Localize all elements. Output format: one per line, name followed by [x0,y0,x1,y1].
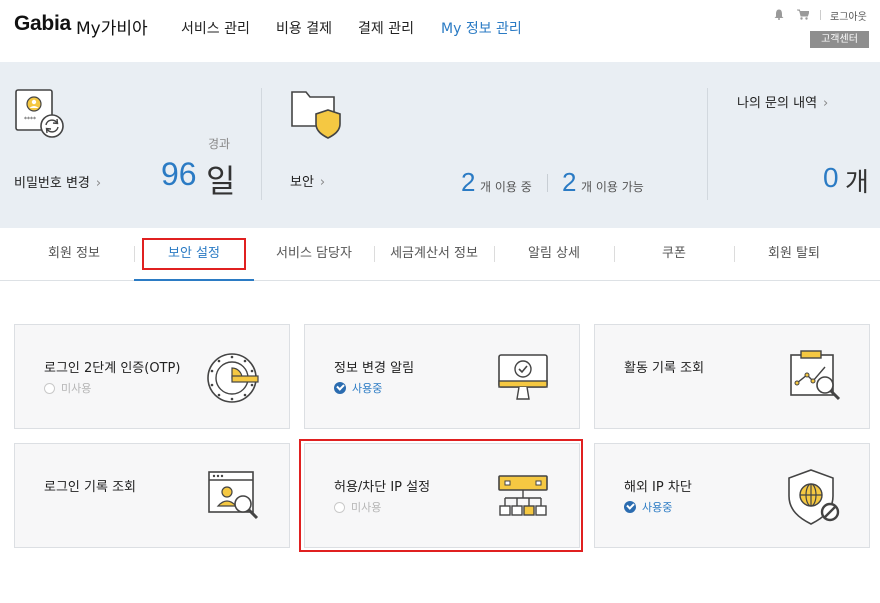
customer-center-button[interactable]: 고객센터 [810,31,869,48]
status-in-use: 사용중 [334,380,382,396]
radio-icon [44,383,55,394]
tab-divider [734,246,735,262]
tab-coupon[interactable]: 쿠폰 [614,228,734,281]
folder-shield-icon [291,91,341,139]
password-change-link[interactable]: 비밀번호 변경 › [14,172,101,191]
card-activity-log[interactable]: 활동 기록 조회 [594,324,870,429]
gabia-logo[interactable]: Gabia [14,12,71,36]
svg-text:****: **** [24,116,36,123]
card-title: 활동 기록 조회 [624,361,705,376]
in-use-label: 개 이용 중 [480,180,532,194]
top-header: Gabia My가비아 서비스 관리 비용 결제 결제 관리 My 정보 관리 … [0,0,880,62]
card-title: 정보 변경 알림 [334,361,415,376]
card-title: 해외 IP 차단 [624,480,692,495]
elapsed-label: 경과 [208,137,231,151]
summary-divider [707,88,708,200]
tab-divider [134,246,135,262]
chart-magnifier-icon [790,350,841,401]
tab-member-info[interactable]: 회원 정보 [14,228,134,281]
header-divider [820,10,821,20]
security-available-count: 2 [562,167,577,197]
tab-bar: 회원 정보 보안 설정 서비스 담당자 세금계산서 정보 알림 상세 쿠폰 회원… [0,228,880,281]
security-link[interactable]: 보안 › [290,171,325,190]
inquiry-unit: 개 [845,168,869,198]
my-inquiry-link[interactable]: 나의 문의 내역 › [737,92,828,111]
security-inline-divider [547,174,548,192]
days-unit: 일 [206,162,236,200]
chevron-right-icon: › [823,96,829,111]
status-unused: 미사용 [44,380,91,396]
check-circle-icon [334,382,346,394]
otp-dial-icon [207,353,259,403]
security-in-use-count: 2 [461,167,476,197]
chevron-right-icon: › [95,176,102,191]
card-info-change-alert[interactable]: 정보 변경 알림 사용중 [304,324,580,429]
tab-divider [614,246,615,262]
bell-icon[interactable] [774,9,784,20]
globe-shield-block-icon [788,469,840,525]
card-overseas-ip-block[interactable]: 해외 IP 차단 사용중 [594,443,870,548]
my-gabia-label[interactable]: My가비아 [76,14,148,39]
password-elapsed-days: 96 [161,156,197,192]
nav-billing[interactable]: 비용 결제 [276,18,332,38]
tab-divider [374,246,375,262]
nav-my-info[interactable]: My 정보 관리 [441,18,522,38]
summary-divider [261,88,262,200]
active-tab-underline [134,279,254,281]
cart-icon[interactable] [797,9,809,20]
id-card-refresh-icon: **** [15,89,64,138]
nav-payment-management[interactable]: 결제 관리 [358,18,414,38]
highlight-box [142,238,246,270]
tab-withdraw[interactable]: 회원 탈퇴 [734,228,854,281]
summary-panel [0,62,880,228]
available-label: 개 이용 가능 [581,180,644,194]
tab-service-manager[interactable]: 서비스 담당자 [254,228,374,281]
tab-notification-detail[interactable]: 알림 상세 [494,228,614,281]
check-circle-icon [624,501,636,513]
tab-tax-invoice[interactable]: 세금계산서 정보 [374,228,494,281]
highlight-box [299,439,583,552]
inquiry-count: 0 [823,162,839,193]
card-title: 로그인 기록 조회 [44,480,136,495]
tab-divider [494,246,495,262]
card-login-log[interactable]: 로그인 기록 조회 [14,443,290,548]
user-search-window-icon [208,471,259,520]
card-otp[interactable]: 로그인 2단계 인증(OTP) 미사용 [14,324,290,429]
chevron-right-icon: › [319,175,326,190]
nav-service-management[interactable]: 서비스 관리 [181,18,250,38]
status-in-use: 사용중 [624,499,672,515]
card-title: 로그인 2단계 인증(OTP) [44,361,181,376]
monitor-check-icon [498,354,548,400]
logout-link[interactable]: 로그아웃 [830,8,867,23]
